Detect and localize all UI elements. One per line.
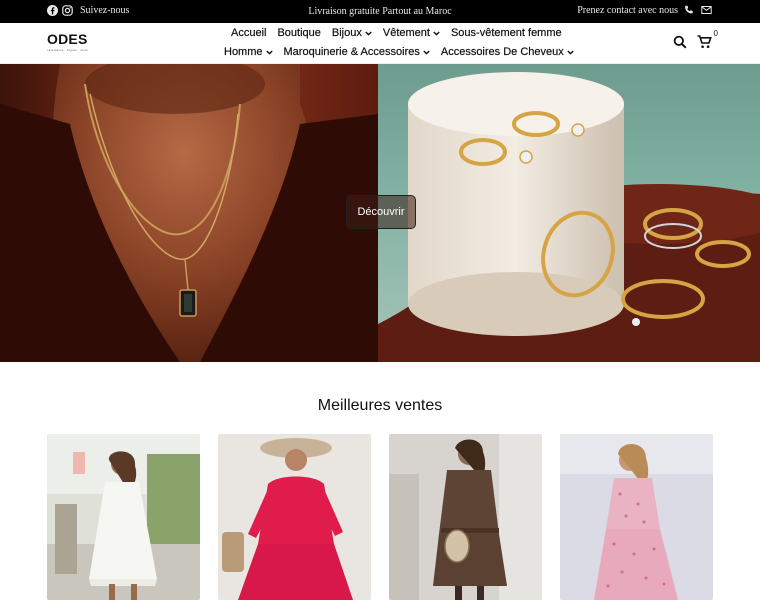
nav-accueil[interactable]: Accueil	[231, 27, 267, 39]
chevron-down-icon	[433, 30, 440, 36]
site-logo[interactable]: ODES vêtements · bijoux · style	[47, 32, 88, 52]
nav-label: Bijoux	[331, 27, 362, 39]
jewelry-illustration	[378, 72, 760, 362]
nav-accessoires-cheveux[interactable]: Accessoires De Cheveux	[441, 46, 574, 58]
contact-links: Prenez contact avec nous	[577, 5, 712, 16]
hero-image-necklace	[0, 64, 378, 362]
product-card-red-dress[interactable]	[218, 434, 371, 600]
product-card-white-dress[interactable]	[47, 434, 200, 600]
site-header: ODES vêtements · bijoux · style Accueil …	[0, 23, 760, 64]
nav-label: Accessoires De Cheveux	[440, 46, 564, 58]
nav-vetement[interactable]: Vêtement	[383, 27, 440, 39]
chevron-down-icon	[265, 49, 273, 55]
necklace-illustration	[0, 64, 378, 362]
product-image	[218, 434, 371, 600]
nav-label: Maroquinerie & Accessoires	[283, 46, 420, 58]
header-actions: 0	[673, 29, 718, 54]
best-sellers-title: Meilleures ventes	[317, 397, 443, 414]
product-card-brown-dress[interactable]	[389, 434, 542, 600]
logo-wordmark: ODES	[47, 31, 88, 47]
nav-homme[interactable]: Homme	[224, 46, 273, 58]
nav-label: Vêtement	[382, 27, 430, 39]
nav-maroquinerie-accessoires[interactable]: Maroquinerie & Accessoires	[283, 46, 430, 58]
hero-banner: Découvrir	[0, 64, 760, 362]
cart-button[interactable]: 0	[697, 29, 718, 54]
chevron-down-icon	[365, 30, 372, 36]
search-icon[interactable]	[673, 35, 687, 54]
cart-icon	[697, 35, 712, 48]
product-image	[560, 434, 713, 600]
nav-sous-vetement-femme[interactable]: Sous-vêtement femme	[451, 27, 562, 39]
cart-count: 0	[713, 29, 718, 38]
nav-boutique[interactable]: Boutique	[277, 27, 321, 39]
main-nav-row-1: Accueil Boutique Bijoux Vêtement Sous-vê…	[231, 27, 562, 39]
contact-text[interactable]: Prenez contact avec nous	[577, 5, 678, 16]
nav-label: Homme	[224, 46, 263, 58]
phone-icon[interactable]	[684, 5, 695, 16]
discover-button[interactable]: Découvrir	[346, 195, 416, 229]
logo-tagline: vêtements · bijoux · style	[47, 48, 88, 52]
nav-bijoux[interactable]: Bijoux	[332, 27, 372, 39]
main-nav-row-2: Homme Maroquinerie & Accessoires Accesso…	[224, 46, 574, 58]
announcement-bar: Suivez-nous Livraison gratuite Partout a…	[0, 0, 760, 23]
nav-label: Accueil	[231, 27, 267, 39]
best-sellers-grid	[47, 434, 713, 600]
chevron-down-icon	[567, 49, 574, 55]
product-image	[47, 434, 200, 600]
mail-icon[interactable]	[701, 5, 712, 16]
nav-label: Boutique	[277, 27, 321, 39]
product-image	[389, 434, 542, 600]
hero-image-jewelry	[378, 64, 760, 362]
product-card-pink-dress[interactable]	[560, 434, 713, 600]
chevron-down-icon	[423, 49, 430, 55]
nav-label: Sous-vêtement femme	[450, 27, 562, 39]
